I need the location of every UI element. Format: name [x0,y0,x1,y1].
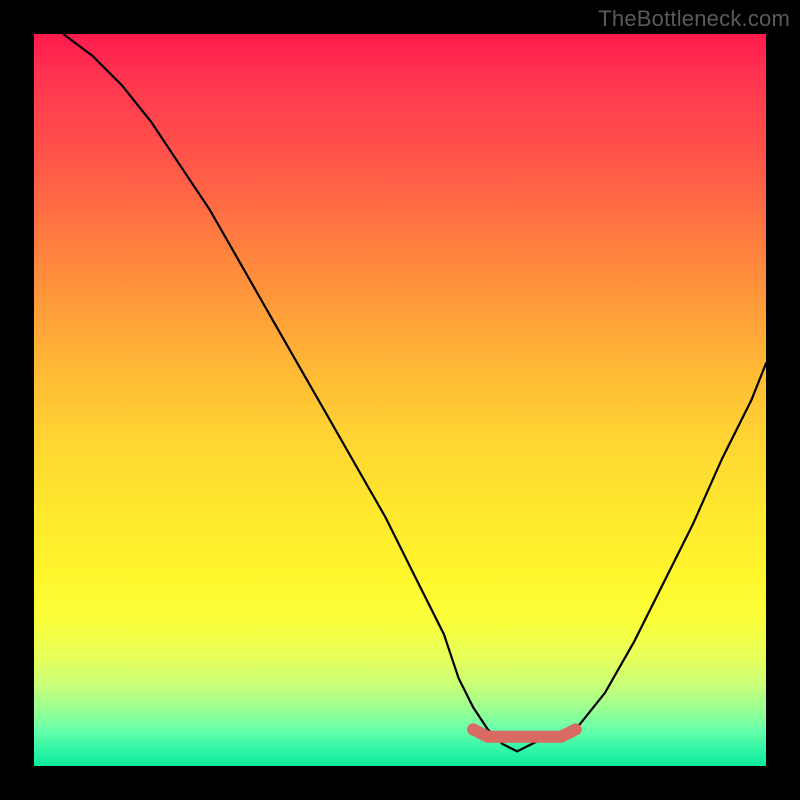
chart-plot-area [34,34,766,766]
attribution-text: TheBottleneck.com [598,6,790,32]
chart-svg [34,34,766,766]
bottleneck-curve-path [34,34,766,751]
optimal-marker-dot [467,723,479,735]
optimal-marker-path [473,729,576,736]
